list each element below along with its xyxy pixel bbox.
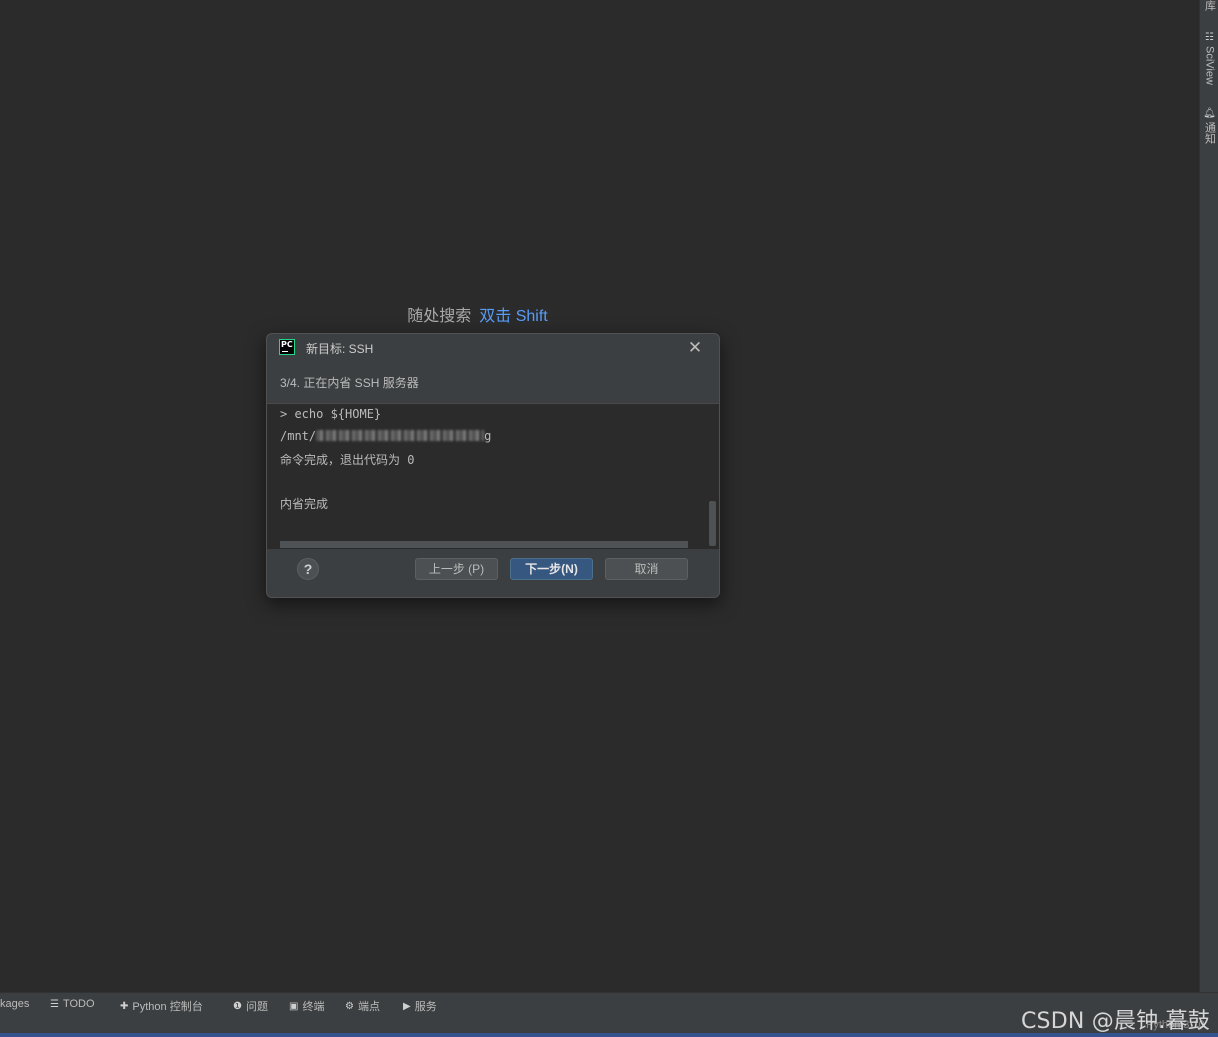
console-line-path-suffix: g — [484, 429, 492, 443]
close-icon[interactable]: ✕ — [685, 338, 705, 358]
search-everywhere-hint: 随处搜索 双击 Shift — [0, 302, 1077, 326]
tool-tab-sciview[interactable]: ☷ SciView — [1201, 32, 1218, 92]
console-line: 内省完成 — [280, 497, 329, 511]
tool-tab-notifications-label: 通知 — [1203, 122, 1216, 144]
endpoints-icon: ⚙ — [345, 1000, 354, 1012]
introspection-console[interactable]: > echo ${HOME} /mnt/g 命令完成，退出代码为 0 内省完成 — [267, 403, 719, 549]
back-button[interactable]: 上一步 (P) — [415, 558, 498, 580]
tool-tab-packages-label: kages — [0, 998, 30, 1010]
tool-tab-endpoints[interactable]: ⚙ 端点 — [345, 998, 380, 1014]
tool-tab-notifications[interactable]: 🔔︎ 通知 — [1201, 108, 1218, 150]
bell-icon: 🔔︎ — [1203, 108, 1216, 119]
next-button[interactable]: 下一步(N) — [510, 558, 593, 580]
tool-tab-python-console-label: Python 控制台 — [132, 1001, 203, 1013]
console-horizontal-scrollbar[interactable] — [280, 541, 688, 548]
tool-tab-problems[interactable]: ❶ 问题 — [233, 998, 268, 1014]
play-circle-icon: ▶ — [403, 1000, 411, 1012]
console-line: > echo ${HOME} — [280, 407, 382, 421]
tool-tab-services-label: 服务 — [414, 1001, 437, 1013]
tool-tab-terminal-label: 终端 — [302, 1001, 325, 1013]
tool-tab-todo[interactable]: ☰ TODO — [50, 998, 95, 1010]
list-icon: ☰ — [50, 998, 59, 1010]
console-line-path-prefix: /mnt/ — [280, 429, 317, 443]
tool-tab-python-console[interactable]: ✚ Python 控制台 — [120, 998, 203, 1014]
terminal-icon: ▣ — [289, 1000, 299, 1012]
python-icon: ✚ — [120, 1000, 129, 1012]
tool-tab-packages[interactable]: kages — [0, 998, 29, 1010]
tool-tab-endpoints-label: 端点 — [357, 1001, 380, 1013]
tool-tab-database-label: 库 — [1203, 0, 1216, 11]
tool-tab-problems-label: 问题 — [245, 1001, 268, 1013]
pycharm-logo-icon: PC — [279, 339, 295, 355]
tool-tab-services[interactable]: ▶ 服务 — [403, 998, 437, 1014]
csdn-watermark: CSDN @晨钟.暮鼓 — [1021, 1009, 1210, 1034]
right-tool-strip: 库 ☷ SciView 🔔︎ 通知 — [1199, 0, 1218, 992]
cancel-button[interactable]: 取消 — [605, 558, 688, 580]
console-line: /mnt/g — [280, 429, 491, 443]
help-button[interactable]: ? — [297, 558, 319, 580]
info-icon: ❶ — [233, 1000, 242, 1012]
sciview-icon: ☷ — [1205, 32, 1214, 43]
redacted-path — [316, 430, 485, 441]
tool-tab-terminal[interactable]: ▣ 终端 — [289, 998, 324, 1014]
tool-tab-database[interactable]: 库 — [1201, 0, 1218, 14]
new-target-ssh-dialog: PC 新目标: SSH ✕ 3/4. 正在内省 SSH 服务器 > echo $… — [266, 333, 720, 598]
console-line: 命令完成，退出代码为 0 — [280, 453, 415, 467]
console-vertical-scrollbar[interactable] — [709, 501, 716, 546]
search-hint-text: 随处搜索 — [407, 308, 472, 325]
search-hint-shortcut: 双击 Shift — [479, 308, 548, 325]
tool-tab-todo-label: TODO — [62, 998, 95, 1010]
dialog-title: 新目标: SSH — [306, 342, 374, 356]
dialog-title-bar[interactable]: PC 新目标: SSH ✕ — [267, 334, 719, 362]
dialog-step-label: 3/4. 正在内省 SSH 服务器 — [280, 376, 419, 390]
tool-tab-sciview-label: SciView — [1203, 46, 1216, 85]
